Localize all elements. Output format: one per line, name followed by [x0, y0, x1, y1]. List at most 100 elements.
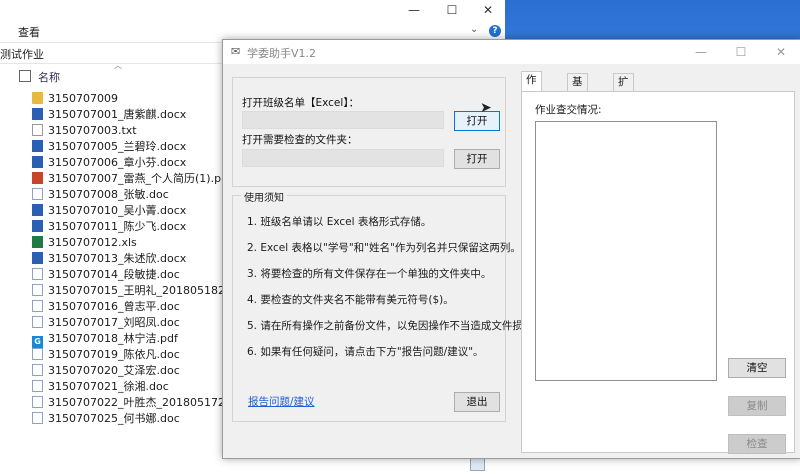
file-row[interactable]: 3150707019_陈依凡.doc	[32, 347, 222, 363]
powerpoint-icon	[32, 172, 43, 184]
file-row[interactable]: 3150707021_徐湘.doc	[32, 379, 222, 395]
column-name-header[interactable]: 名称	[38, 69, 60, 85]
large-icons-view-icon[interactable]	[470, 457, 485, 471]
column-header: 名称	[0, 66, 222, 86]
folder-icon	[32, 92, 43, 104]
guide-item: 4. 要检查的文件夹名不能带有美元符号($)。	[247, 294, 454, 306]
open-folder-button[interactable]: 打开	[454, 149, 500, 169]
file-name: 3150707015_王明礼_20180518210...	[48, 284, 250, 297]
dialog-minimize-button[interactable]: —	[681, 42, 721, 62]
file-name: 3150707012.xls	[48, 236, 137, 249]
chevron-down-icon[interactable]: ⌄	[470, 24, 478, 35]
file-row[interactable]: 3150707003.txt	[32, 123, 222, 139]
assistant-dialog: ✉ 学委助手V1.2 — ☐ ✕ 打开班级名单【Excel】： 打开 打开需要检…	[222, 39, 800, 459]
text-file-icon	[32, 124, 43, 136]
file-row[interactable]: 3150707017_刘昭凤.doc	[32, 315, 222, 331]
maximize-button[interactable]: ☐	[434, 0, 470, 20]
mouse-cursor-icon: ➤	[480, 100, 492, 116]
select-all-checkbox[interactable]	[19, 70, 31, 82]
file-name: 3150707017_刘昭凤.doc	[48, 316, 180, 329]
report-issue-link[interactable]: 报告问题/建议	[248, 394, 315, 409]
file-row[interactable]: 3150707011_陈少飞.docx	[32, 219, 222, 235]
folder-path-field[interactable]	[242, 149, 444, 167]
file-row[interactable]: 3150707015_王明礼_20180518210...	[32, 283, 249, 299]
tab-extended-rename[interactable]: 扩展命名	[613, 73, 634, 139]
guide-item: 6. 如果有任何疑问，请点击下方"报告问题/建议"。	[247, 346, 484, 358]
homework-check-panel: 作业查交情况: 清空 复制 检查	[521, 91, 795, 454]
word-docx-icon	[32, 108, 43, 120]
dialog-titlebar: ✉ 学委助手V1.2 — ☐ ✕	[223, 40, 800, 64]
word-doc-icon	[32, 300, 43, 312]
file-list: 3150707009 3150707001_唐紫麒.docx 3150707003.…	[32, 91, 249, 427]
guide-item: 1. 班级名单请以 Excel 表格形式存储。	[247, 216, 432, 228]
file-name: 3150707013_朱述欣.docx	[48, 252, 187, 265]
folder-label: 打开需要检查的文件夹：	[242, 134, 358, 146]
guide-title: 使用须知	[241, 189, 287, 204]
file-row[interactable]: 3150707013_朱述欣.docx	[32, 251, 222, 267]
file-name: 3150707016_曾志平.doc	[48, 300, 180, 313]
clear-button[interactable]: 清空	[728, 358, 786, 378]
file-name: 3150707019_陈依凡.doc	[48, 348, 180, 361]
file-name: 3150707006_章小芬.docx	[48, 156, 187, 169]
file-row[interactable]: 3150707001_唐紫麒.docx	[32, 107, 222, 123]
guide-item: 3. 将要检查的所有文件保存在一个单独的文件夹中。	[247, 268, 492, 280]
close-button[interactable]: ✕	[470, 0, 506, 20]
tab-homework-check[interactable]: 作业查交	[521, 71, 542, 137]
file-name: 3150707020_艾泽宏.doc	[48, 364, 180, 377]
file-name: 3150707010_吴小菁.docx	[48, 204, 187, 217]
file-name: 3150707007_雷燕_个人简历(1).pptx	[48, 172, 239, 185]
word-doc-icon	[32, 268, 43, 280]
file-row[interactable]: 3150707025_何书娜.doc	[32, 411, 222, 427]
excel-label: 打开班级名单【Excel】：	[242, 97, 360, 109]
word-doc-icon	[32, 284, 43, 296]
file-name: 3150707014_段敏捷.doc	[48, 268, 180, 281]
dialog-maximize-button[interactable]: ☐	[721, 42, 761, 62]
status-listbox[interactable]	[535, 121, 717, 381]
word-docx-icon	[32, 204, 43, 216]
explorer-titlebar: — ☐ ✕	[0, 0, 505, 20]
status-label: 作业查交情况:	[535, 104, 602, 116]
help-icon[interactable]: ?	[489, 25, 501, 37]
word-doc-icon	[32, 364, 43, 376]
check-button[interactable]: 检查	[728, 434, 786, 454]
guide-item: 2. Excel 表格以"学号"和"姓名"作为列名并只保留这两列。	[247, 242, 521, 254]
file-row[interactable]: 3150707006_章小芬.docx	[32, 155, 222, 171]
excel-path-field[interactable]	[242, 111, 444, 129]
word-doc-icon	[32, 316, 43, 328]
file-name: 3150707003.txt	[48, 124, 137, 137]
file-name: 3150707021_徐湘.doc	[48, 380, 169, 393]
excel-icon	[32, 236, 43, 248]
file-name: 3150707011_陈少飞.docx	[48, 220, 187, 233]
file-row[interactable]: 3150707016_曾志平.doc	[32, 299, 222, 315]
minimize-button[interactable]: —	[396, 0, 432, 20]
guide-item: 5. 请在所有操作之前备份文件，以免因操作不当造成文件损坏。	[247, 320, 544, 332]
file-row[interactable]: 3150707005_兰碧玲.docx	[32, 139, 222, 155]
file-row[interactable]: 3150707007_雷燕_个人简历(1).pptx	[32, 171, 239, 187]
dialog-close-button[interactable]: ✕	[761, 42, 800, 62]
menu-view[interactable]: 查看	[18, 24, 40, 40]
file-row[interactable]: 3150707014_段敏捷.doc	[32, 267, 222, 283]
word-doc-icon	[32, 380, 43, 392]
file-name: 3150707009	[48, 92, 118, 105]
word-docx-icon	[32, 252, 43, 264]
file-row[interactable]: 3150707009	[32, 91, 222, 107]
copy-button[interactable]: 复制	[728, 396, 786, 416]
exit-button[interactable]: 退出	[454, 392, 500, 412]
open-excel-button[interactable]: 打开	[454, 111, 500, 131]
file-row[interactable]: 3150707010_吴小菁.docx	[32, 203, 222, 219]
breadcrumb[interactable]: 测试作业	[0, 46, 44, 62]
file-row[interactable]: 3150707012.xls	[32, 235, 222, 251]
file-name: 3150707005_兰碧玲.docx	[48, 140, 187, 153]
file-row[interactable]: 3150707008_张敏.doc	[32, 187, 222, 203]
guide-group: 使用须知 1. 班级名单请以 Excel 表格形式存储。 2. Excel 表格…	[232, 189, 544, 422]
tab-basic-rename[interactable]: 基础命名	[567, 73, 588, 139]
word-docx-icon	[32, 156, 43, 168]
file-name: 3150707001_唐紫麒.docx	[48, 108, 187, 121]
dialog-title: 学委助手V1.2	[247, 47, 317, 60]
word-docx-icon	[32, 220, 43, 232]
open-group: 打开班级名单【Excel】： 打开 打开需要检查的文件夹： 打开	[232, 77, 506, 187]
file-row[interactable]: 3150707022_叶胜杰_20180517215...	[32, 395, 249, 411]
file-name: 3150707018_林宁洁.pdf	[48, 332, 178, 345]
file-row[interactable]: G 3150707018_林宁洁.pdf	[32, 331, 222, 348]
file-row[interactable]: 3150707020_艾泽宏.doc	[32, 363, 222, 379]
